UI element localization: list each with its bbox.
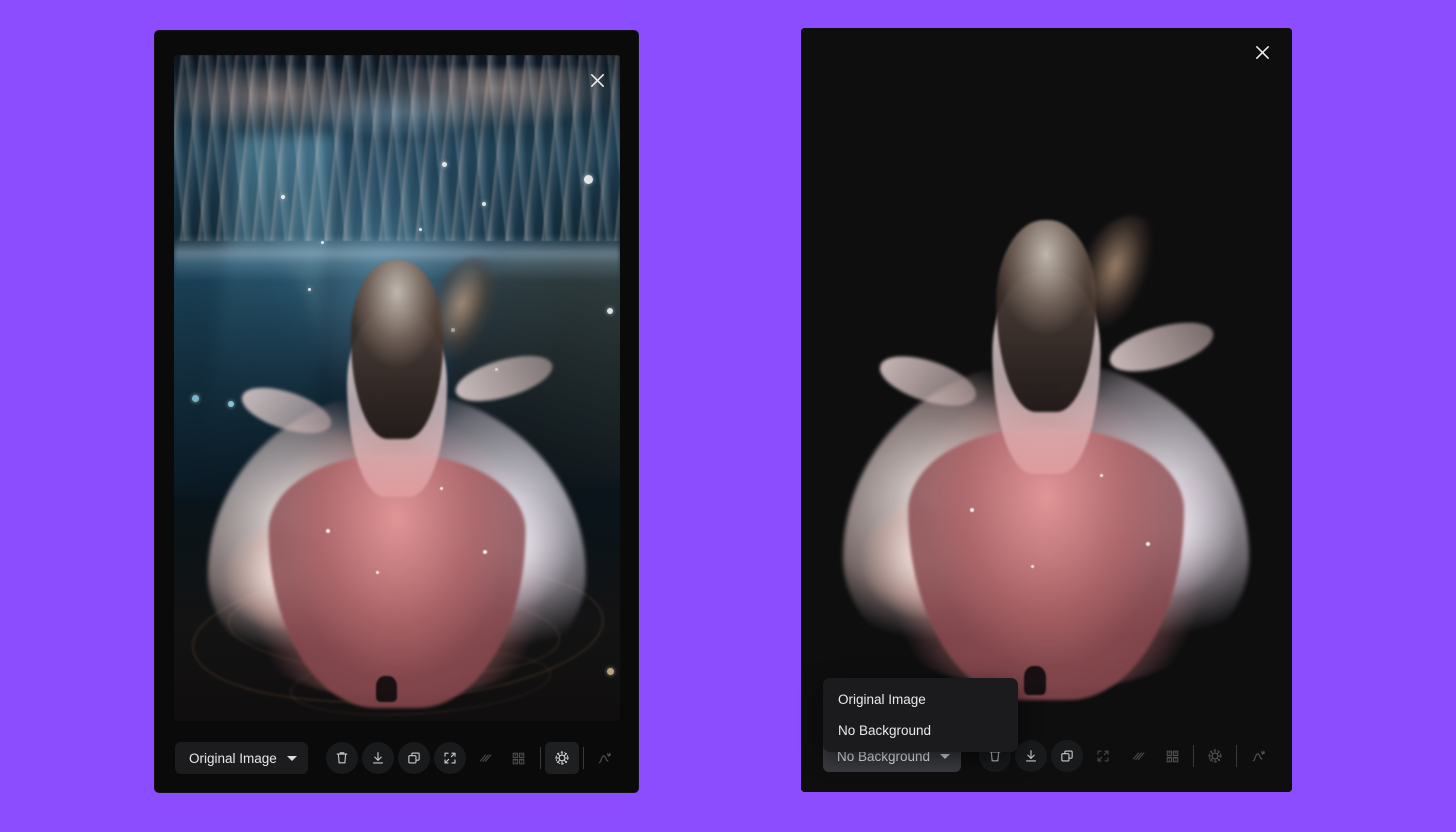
mode-select-original[interactable]: Original Image [175, 742, 308, 774]
delete-button[interactable] [325, 742, 358, 774]
mode-select-label: Original Image [189, 750, 277, 766]
screen-root: Original Image Original Image No Backgro… [0, 0, 1456, 832]
dancer-figure [207, 182, 587, 708]
magic-tool-group [502, 742, 622, 774]
download-button[interactable] [1015, 740, 1048, 772]
original-image-viewport[interactable] [174, 55, 620, 721]
magic-tool-group [1155, 740, 1275, 772]
original-image-panel [155, 31, 638, 792]
chevron-down-icon [286, 756, 297, 761]
toolbar-divider [1236, 745, 1238, 767]
compare-button[interactable] [470, 742, 502, 774]
compare-button[interactable] [1123, 740, 1155, 772]
variations-button[interactable] [1241, 740, 1275, 772]
primary-tool-group [325, 742, 502, 774]
menu-item-no-background[interactable]: No Background [823, 715, 1018, 746]
close-icon[interactable] [1249, 39, 1275, 65]
download-button[interactable] [361, 742, 394, 774]
variations-button[interactable] [588, 742, 622, 774]
enhance-button[interactable] [1198, 740, 1232, 772]
toolbar-divider [1193, 745, 1195, 767]
toolbar-divider [582, 747, 584, 769]
fullscreen-button[interactable] [433, 742, 466, 774]
upscale-button[interactable] [502, 742, 536, 774]
toolbar-divider [539, 747, 541, 769]
duplicate-button[interactable] [397, 742, 430, 774]
close-icon[interactable] [584, 67, 610, 93]
mode-dropdown-menu[interactable]: Original Image No Background [823, 678, 1018, 752]
chevron-down-icon [940, 754, 951, 759]
menu-item-original-image[interactable]: Original Image [823, 684, 1018, 715]
original-panel-toolbar: Original Image [175, 741, 620, 775]
enhance-button[interactable] [544, 742, 579, 774]
dancer-figure-cutout [843, 135, 1250, 701]
fullscreen-button[interactable] [1087, 740, 1119, 772]
upscale-button[interactable] [1155, 740, 1189, 772]
duplicate-button[interactable] [1051, 740, 1084, 772]
original-image-artwork [174, 55, 620, 721]
